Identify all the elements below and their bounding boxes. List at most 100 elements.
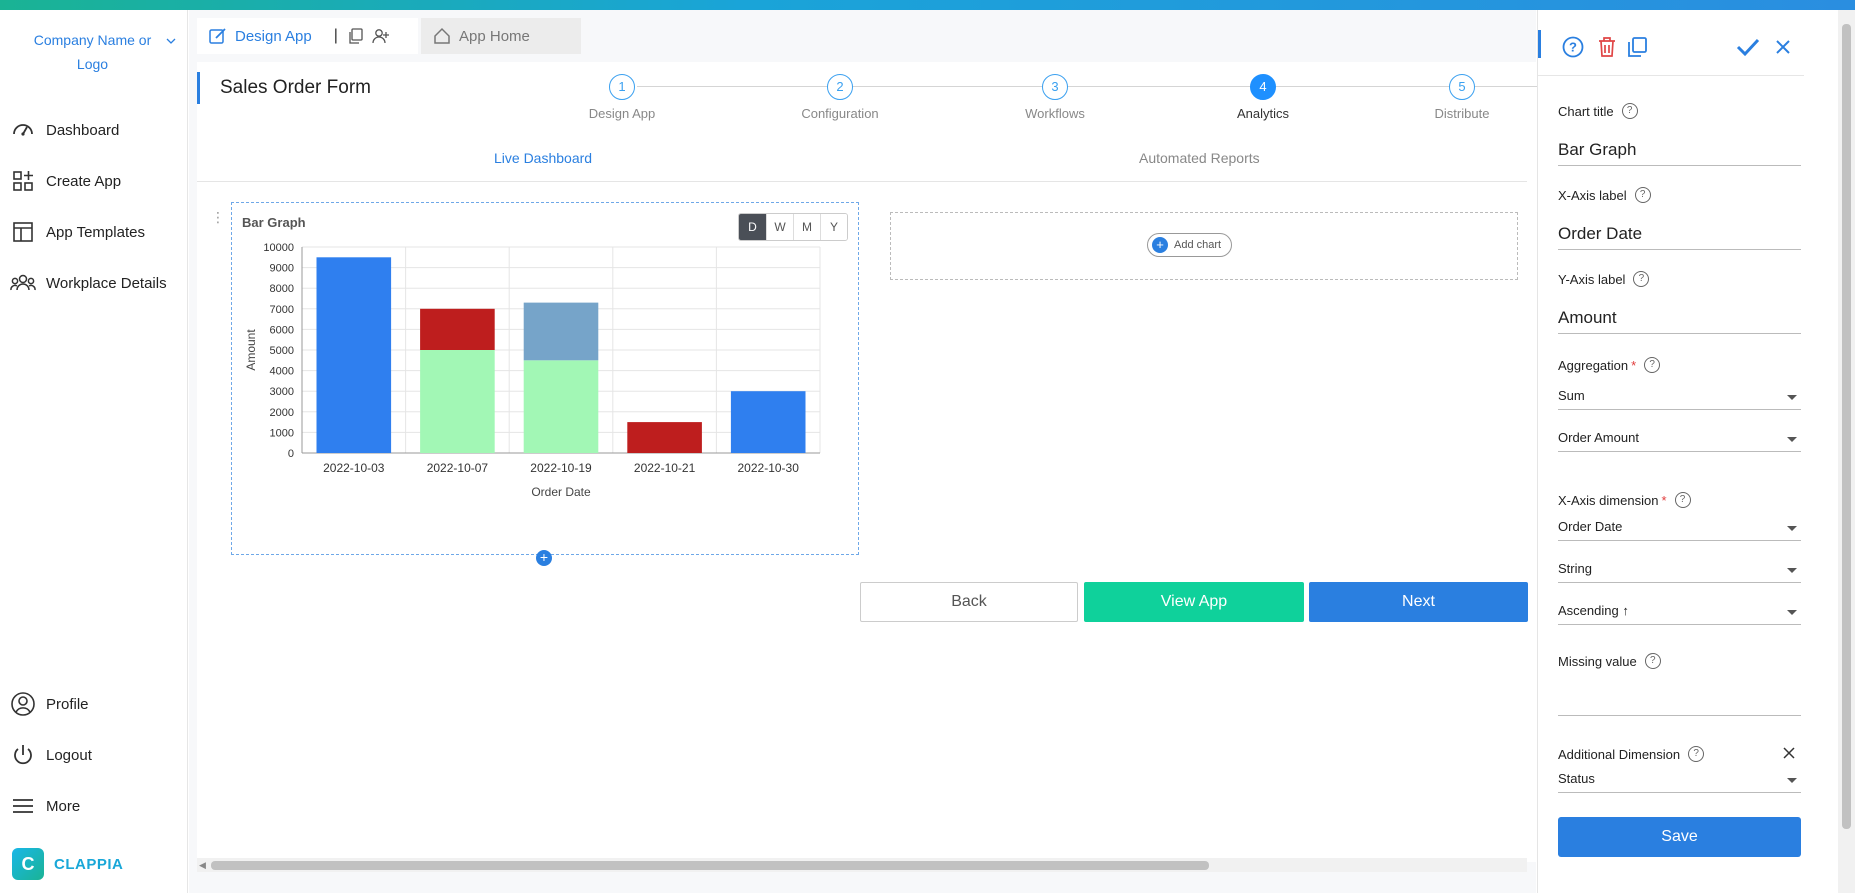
horizontal-scrollbar[interactable]: ◀	[197, 858, 1527, 872]
help-icon[interactable]: ?	[1674, 492, 1691, 508]
aggregation-field-select[interactable]: Order Amount	[1558, 424, 1801, 452]
additional-dimension-label: Additional Dimension?	[1558, 746, 1705, 762]
additional-dimension-select[interactable]: Status	[1558, 765, 1801, 793]
aggregation-select[interactable]: Sum	[1558, 382, 1801, 410]
bar	[420, 350, 495, 453]
user-circle-icon	[10, 691, 36, 717]
sidebar-item-more[interactable]: More	[10, 786, 180, 826]
chart-settings-panel: ? Chart title? Bar Graph X-Axis label? O…	[1537, 10, 1837, 893]
period-week-button[interactable]: W	[766, 214, 793, 240]
scroll-left-icon[interactable]: ◀	[199, 860, 206, 871]
add-user-icon[interactable]	[372, 28, 390, 44]
step-label: Distribute	[1434, 106, 1490, 121]
tab-automated-reports[interactable]: Automated Reports	[1139, 150, 1260, 166]
sidebar-item-profile[interactable]: Profile	[10, 684, 180, 724]
sidebar-item-dashboard[interactable]: Dashboard	[10, 110, 180, 150]
xdim-type-select[interactable]: String	[1558, 555, 1801, 583]
step-label: Design App	[588, 106, 656, 121]
bar	[627, 422, 702, 453]
step-design-app[interactable]: 1 Design App	[557, 74, 687, 121]
missing-value-field[interactable]	[1558, 686, 1801, 716]
duplicate-icon[interactable]	[1624, 34, 1650, 60]
x-tick-label: 2022-10-30	[738, 461, 800, 475]
sidebar-item-workplace-details[interactable]: Workplace Details	[10, 263, 180, 303]
step-analytics[interactable]: 4 Analytics	[1198, 74, 1328, 121]
y-tick-label: 5000	[270, 345, 294, 357]
tab-label: Design App	[235, 27, 312, 45]
select-value: Sum	[1558, 388, 1585, 403]
caret-down-icon	[1787, 568, 1797, 573]
sidebar-item-logout[interactable]: Logout	[10, 735, 180, 775]
next-button[interactable]: Next	[1309, 582, 1528, 622]
chart-title-label: Chart title?	[1558, 103, 1638, 119]
tab-separator: |	[333, 27, 338, 44]
yaxis-label-label: Y-Axis label?	[1558, 271, 1650, 287]
view-app-button[interactable]: View App	[1084, 582, 1304, 622]
save-button[interactable]: Save	[1558, 817, 1801, 857]
step-number: 4	[1250, 74, 1276, 100]
close-icon[interactable]	[1770, 34, 1796, 60]
remove-dimension-icon[interactable]	[1783, 746, 1795, 764]
back-button[interactable]: Back	[860, 582, 1078, 622]
tab-bar: Design App | App Home	[189, 10, 1536, 56]
delete-icon[interactable]	[1594, 34, 1620, 60]
check-icon[interactable]	[1735, 34, 1761, 60]
edit-icon	[209, 27, 227, 45]
company-name[interactable]: Company Name or Logo	[20, 28, 165, 76]
period-month-button[interactable]: M	[793, 214, 820, 240]
vertical-scrollbar[interactable]	[1838, 10, 1855, 893]
copy-icon[interactable]	[348, 28, 364, 44]
step-configuration[interactable]: 2 Configuration	[775, 74, 905, 121]
chevron-down-icon[interactable]	[166, 36, 176, 46]
chart-title-field[interactable]: Bar Graph	[1558, 136, 1801, 166]
xdim-select[interactable]: Order Date	[1558, 513, 1801, 541]
add-below-icon[interactable]: +	[536, 550, 552, 566]
sidebar: Company Name or Logo Dashboard Create Ap…	[0, 10, 188, 893]
sidebar-item-app-templates[interactable]: App Templates	[10, 212, 180, 252]
help-icon[interactable]: ?	[1644, 653, 1661, 669]
brand[interactable]: C CLAPPIA	[12, 848, 123, 880]
bar	[730, 391, 806, 453]
y-tick-label: 10000	[263, 242, 294, 254]
y-tick-label: 9000	[270, 263, 294, 275]
chart-card[interactable]: 0 1000 2000 3000 4000 5000 6000 7000 8000 9000 100…	[231, 202, 859, 555]
caret-down-icon	[1787, 437, 1797, 442]
label-text: Aggregation	[1558, 357, 1629, 373]
label-text: Chart title	[1558, 103, 1614, 119]
step-workflows[interactable]: 3 Workflows	[990, 74, 1120, 121]
period-day-button[interactable]: D	[739, 214, 766, 240]
label-text: Additional Dimension	[1558, 746, 1681, 762]
y-tick-label: 8000	[270, 283, 294, 295]
help-icon[interactable]: ?	[1560, 34, 1586, 60]
scrollbar-thumb[interactable]	[211, 861, 1209, 870]
xdim-sort-select[interactable]: Ascending ↑	[1558, 597, 1801, 625]
help-icon[interactable]: ?	[1644, 357, 1661, 373]
step-label: Workflows	[1025, 106, 1085, 121]
tab-design-app[interactable]: Design App |	[197, 18, 418, 54]
add-chart-button[interactable]: + Add chart	[1147, 233, 1233, 257]
template-icon	[10, 219, 36, 245]
period-toggle: D W M Y	[738, 213, 848, 241]
people-icon	[10, 270, 36, 296]
tab-live-dashboard[interactable]: Live Dashboard	[494, 150, 592, 166]
xaxis-label-field[interactable]: Order Date	[1558, 220, 1801, 250]
clappia-logo-icon: C	[12, 848, 44, 880]
yaxis-label-field[interactable]: Amount	[1558, 304, 1801, 334]
sidebar-item-label: More	[46, 797, 81, 815]
help-icon[interactable]: ?	[1688, 746, 1705, 762]
help-icon[interactable]: ?	[1633, 271, 1650, 287]
sidebar-item-create-app[interactable]: Create App	[10, 161, 180, 201]
sidebar-item-label: Workplace Details	[46, 274, 167, 292]
period-year-button[interactable]: Y	[820, 214, 847, 240]
step-number: 1	[609, 74, 635, 100]
step-distribute[interactable]: 5 Distribute	[1397, 74, 1527, 121]
tab-app-home[interactable]: App Home	[421, 18, 581, 54]
sidebar-item-label: Profile	[46, 695, 89, 713]
add-chart-placeholder: + Add chart	[890, 212, 1518, 280]
help-icon[interactable]: ?	[1634, 187, 1651, 203]
chart-title: Bar Graph	[242, 215, 306, 230]
scrollbar-thumb[interactable]	[1842, 24, 1851, 829]
x-tick-label: 2022-10-07	[427, 461, 489, 475]
select-value: Order Amount	[1558, 430, 1639, 445]
help-icon[interactable]: ?	[1621, 103, 1638, 119]
